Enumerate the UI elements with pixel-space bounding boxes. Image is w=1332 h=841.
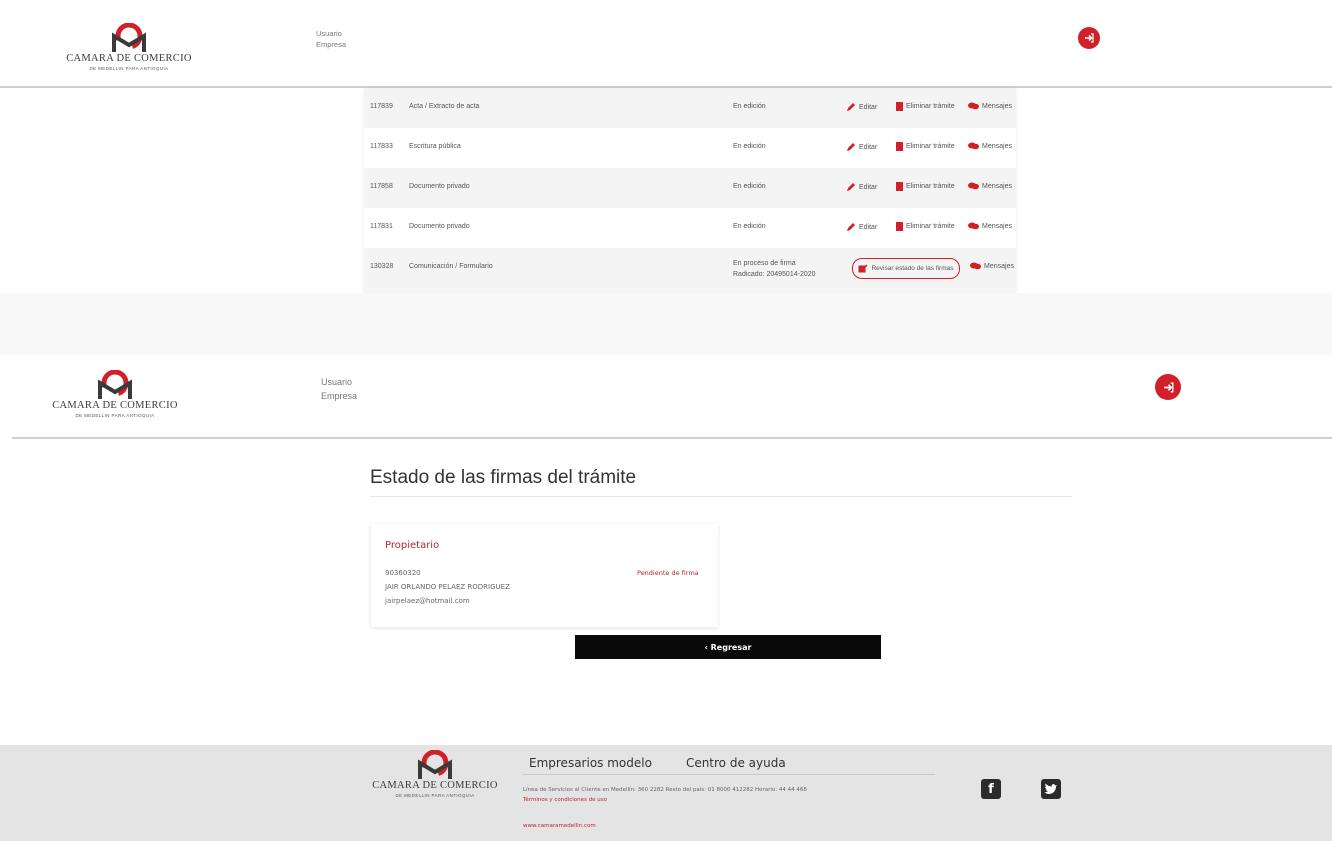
- table-row: 117858 Documento privado En edición Edit…: [364, 168, 1016, 208]
- radicado-text: Radicado: 20495014-2020: [733, 271, 816, 278]
- empresarios-modelo-link[interactable]: Empresarios modelo: [529, 756, 652, 770]
- terms-link[interactable]: Términos y condiciones de uso: [523, 797, 607, 803]
- pencil-icon: [847, 143, 855, 151]
- table-row: 130328 Comunicación / Formulario En proc…: [364, 248, 1016, 293]
- user-info: Usuario Empresa: [316, 28, 346, 50]
- tramite-state: En proceso de firma Radicado: 20495014-2…: [733, 258, 816, 280]
- tramite-type: Acta / Extracto de acta: [409, 103, 480, 110]
- trash-icon: [896, 182, 903, 191]
- user-info: Usuario Empresa: [321, 375, 357, 403]
- sign-out-icon: [1163, 382, 1173, 392]
- table-row: 117833 Escritura pública En edición Edit…: [364, 128, 1016, 168]
- sign-out-icon: [1085, 33, 1094, 43]
- comments-icon: [968, 142, 979, 150]
- tramite-id: 130328: [370, 263, 394, 270]
- pencil-icon: [847, 103, 855, 111]
- footer: CAMARA DE COMERCIO DE MEDELLIN PARA ANTI…: [0, 745, 1332, 841]
- trash-icon: [896, 102, 903, 111]
- user-label: Usuario: [316, 29, 342, 38]
- section-separator: [0, 293, 1332, 355]
- review-signatures-button[interactable]: Revisar estado de las firmas: [852, 258, 960, 279]
- tramite-id: 117831: [370, 223, 393, 230]
- messages-link[interactable]: Mensajes: [968, 142, 1012, 150]
- trash-icon: [896, 142, 903, 151]
- user-label: Usuario: [321, 377, 353, 387]
- tramites-list: 117839 Acta / Extracto de acta En edició…: [364, 88, 1016, 293]
- company-label: Empresa: [316, 40, 347, 49]
- edit-square-icon: [858, 264, 869, 273]
- signature-status: Pendiente de firma: [637, 569, 699, 577]
- tramite-type: Escritura pública: [409, 143, 461, 150]
- trash-icon: [896, 222, 903, 231]
- pencil-icon: [847, 223, 855, 231]
- delete-link[interactable]: Eliminar trámite: [896, 222, 955, 231]
- twitter-icon[interactable]: [1041, 779, 1061, 799]
- footer-links: Empresarios modelo Centro de ayuda: [529, 756, 786, 770]
- logo-mark-icon: [418, 750, 452, 779]
- logo-mark-icon: [112, 23, 146, 52]
- logo-subtitle: DE MEDELLIN PARA ANTIOQUIA: [75, 413, 155, 418]
- tramite-type: Documento privado: [409, 183, 470, 190]
- signer-email: jairpelaez@hotmail.com: [385, 597, 470, 605]
- logo: CAMARA DE COMERCIO DE MEDELLIN PARA ANTI…: [50, 370, 180, 430]
- contact-info: Línea de Servicios al Cliente en Medellí…: [523, 787, 807, 793]
- tramite-state: En edición: [733, 223, 766, 230]
- facebook-icon[interactable]: f: [981, 779, 1001, 799]
- footer-divider: [523, 774, 935, 775]
- website-link[interactable]: www.camaramedellin.com: [523, 823, 596, 829]
- logo-name: CAMARA DE COMERCIO: [66, 53, 192, 64]
- tramite-state: En edición: [733, 183, 766, 190]
- tramite-id: 117839: [370, 103, 393, 110]
- delete-link[interactable]: Eliminar trámite: [896, 142, 955, 151]
- messages-link[interactable]: Mensajes: [968, 222, 1012, 230]
- table-row: 117831 Documento privado En edición Edit…: [364, 208, 1016, 248]
- logo-subtitle: DE MEDELLIN PARA ANTIOQUIA: [89, 66, 169, 71]
- signer-name: JAIR ORLANDO PELAEZ RODRIGUEZ: [385, 583, 510, 591]
- comments-icon: [970, 262, 981, 270]
- title-divider: [370, 496, 1072, 497]
- edit-link[interactable]: Editar: [846, 102, 877, 112]
- logo-name: CAMARA DE COMERCIO: [52, 400, 178, 411]
- delete-link[interactable]: Eliminar trámite: [896, 182, 955, 191]
- logo-name: CAMARA DE COMERCIO: [372, 780, 498, 791]
- logo-mark-icon: [98, 370, 132, 399]
- comments-icon: [968, 102, 979, 110]
- logo-subtitle: DE MEDELLIN PARA ANTIOQUIA: [395, 793, 475, 798]
- state-text: En proceso de firma: [733, 260, 796, 267]
- edit-link[interactable]: Editar: [846, 222, 877, 232]
- logout-button[interactable]: [1078, 27, 1100, 49]
- comments-icon: [968, 222, 979, 230]
- twitter-bird-icon: [1044, 783, 1057, 794]
- messages-link[interactable]: Mensajes: [970, 262, 1014, 270]
- centro-de-ayuda-link[interactable]: Centro de ayuda: [686, 756, 786, 770]
- tramite-state: En edición: [733, 103, 766, 110]
- edit-link[interactable]: Editar: [846, 142, 877, 152]
- tramite-id: 117858: [370, 183, 393, 190]
- page-title: Estado de las firmas del trámite: [370, 467, 637, 488]
- messages-link[interactable]: Mensajes: [968, 102, 1012, 110]
- pencil-icon: [847, 183, 855, 191]
- delete-link[interactable]: Eliminar trámite: [896, 102, 955, 111]
- tramite-state: En edición: [733, 143, 766, 150]
- signer-id: 90360320: [385, 569, 421, 577]
- tramite-type: Documento privado: [409, 223, 470, 230]
- signer-role: Propietario: [385, 540, 440, 551]
- tramite-type: Comunicación / Formulario: [409, 263, 493, 270]
- comments-icon: [968, 182, 979, 190]
- back-button[interactable]: ‹ Regresar: [575, 635, 881, 659]
- signer-card: Propietario 90360320 JAIR ORLANDO PELAEZ…: [371, 524, 718, 627]
- edit-link[interactable]: Editar: [846, 182, 877, 192]
- table-row: 117839 Acta / Extracto de acta En edició…: [364, 88, 1016, 128]
- logout-button[interactable]: [1155, 374, 1181, 400]
- company-label: Empresa: [321, 391, 358, 401]
- tramite-id: 117833: [370, 143, 393, 150]
- logo: CAMARA DE COMERCIO DE MEDELLIN PARA ANTI…: [64, 23, 194, 83]
- header-divider: [12, 437, 1332, 439]
- footer-logo: CAMARA DE COMERCIO DE MEDELLIN PARA ANTI…: [370, 750, 500, 810]
- messages-link[interactable]: Mensajes: [968, 182, 1012, 190]
